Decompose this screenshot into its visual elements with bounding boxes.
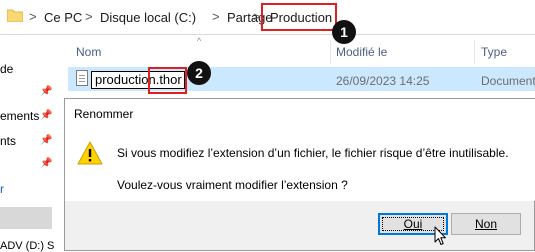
no-button[interactable]: Non — [451, 213, 521, 235]
folder-icon — [7, 9, 23, 22]
dialog-message-question: Voulez-vous vraiment modifier l’extensio… — [117, 178, 348, 192]
dialog-message-warning: Si vous modifiez l’extension d’un fichie… — [117, 146, 509, 160]
dialog-title: Renommer — [74, 107, 134, 121]
nav-item[interactable]: nts — [0, 134, 16, 148]
mouse-cursor-icon — [434, 226, 446, 245]
pin-icon: 📌 — [40, 158, 53, 169]
annotation-badge-2: 2 — [187, 61, 211, 85]
yes-button-label: Oui — [403, 217, 423, 231]
pin-icon: 📌 — [40, 86, 53, 97]
file-type: Document — [481, 74, 535, 88]
annotation-badge-1: 1 — [332, 20, 356, 44]
column-separator[interactable] — [330, 40, 331, 64]
column-header-name[interactable]: Nom — [76, 45, 101, 59]
nav-item[interactable]: ADV (D:) S — [0, 240, 54, 252]
pin-icon: 📌 — [40, 110, 53, 121]
sort-ascending-icon: ^ — [197, 36, 202, 46]
annotation-highlight-box — [261, 3, 337, 31]
breadcrumb-item-ce-pc[interactable]: Ce PC — [44, 10, 82, 25]
nav-item-selected-background — [0, 207, 52, 229]
annotation-highlight-box — [148, 67, 187, 94]
column-separator[interactable] — [474, 40, 475, 64]
pin-icon: 📌 — [40, 135, 53, 146]
chevron-right-icon: > — [85, 9, 93, 24]
nav-item[interactable]: de — [0, 62, 13, 76]
warning-icon — [77, 141, 103, 165]
chevron-right-icon: > — [29, 9, 37, 24]
column-header-modified[interactable]: Modifié le — [336, 45, 387, 59]
chevron-right-icon: > — [253, 9, 261, 24]
column-header-type[interactable]: Type — [481, 45, 507, 59]
nav-item[interactable]: ements — [0, 109, 39, 123]
nav-item[interactable]: r — [0, 182, 4, 196]
file-modified-date: 26/09/2023 14:25 — [336, 74, 430, 88]
breadcrumb-item-disque-local[interactable]: Disque local (C:) — [100, 10, 196, 25]
file-icon — [76, 70, 88, 86]
no-button-label: Non — [474, 217, 497, 231]
dialog-titlebar[interactable] — [65, 99, 535, 129]
chevron-right-icon: > — [212, 9, 220, 24]
